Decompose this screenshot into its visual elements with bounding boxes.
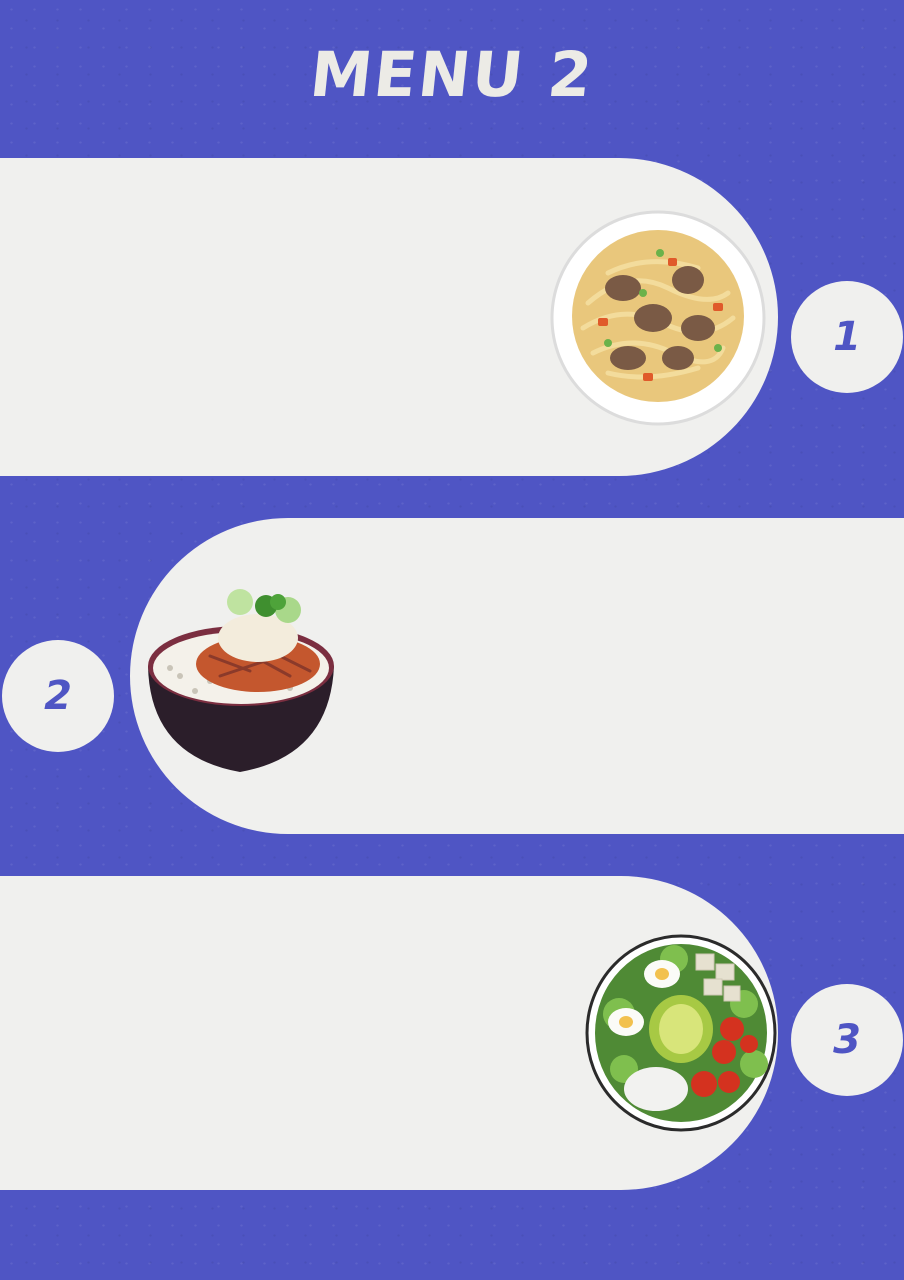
- salad-bowl-icon: [585, 934, 777, 1132]
- noodle-soup-bowl-icon: [550, 210, 766, 426]
- item-number-badge-3: 3: [791, 984, 903, 1096]
- page-title: MENU 2: [306, 38, 598, 111]
- item-number-badge-2: 2: [2, 640, 114, 752]
- rice-bowl-icon: [148, 589, 334, 772]
- item-number-badge-1: 1: [791, 281, 903, 393]
